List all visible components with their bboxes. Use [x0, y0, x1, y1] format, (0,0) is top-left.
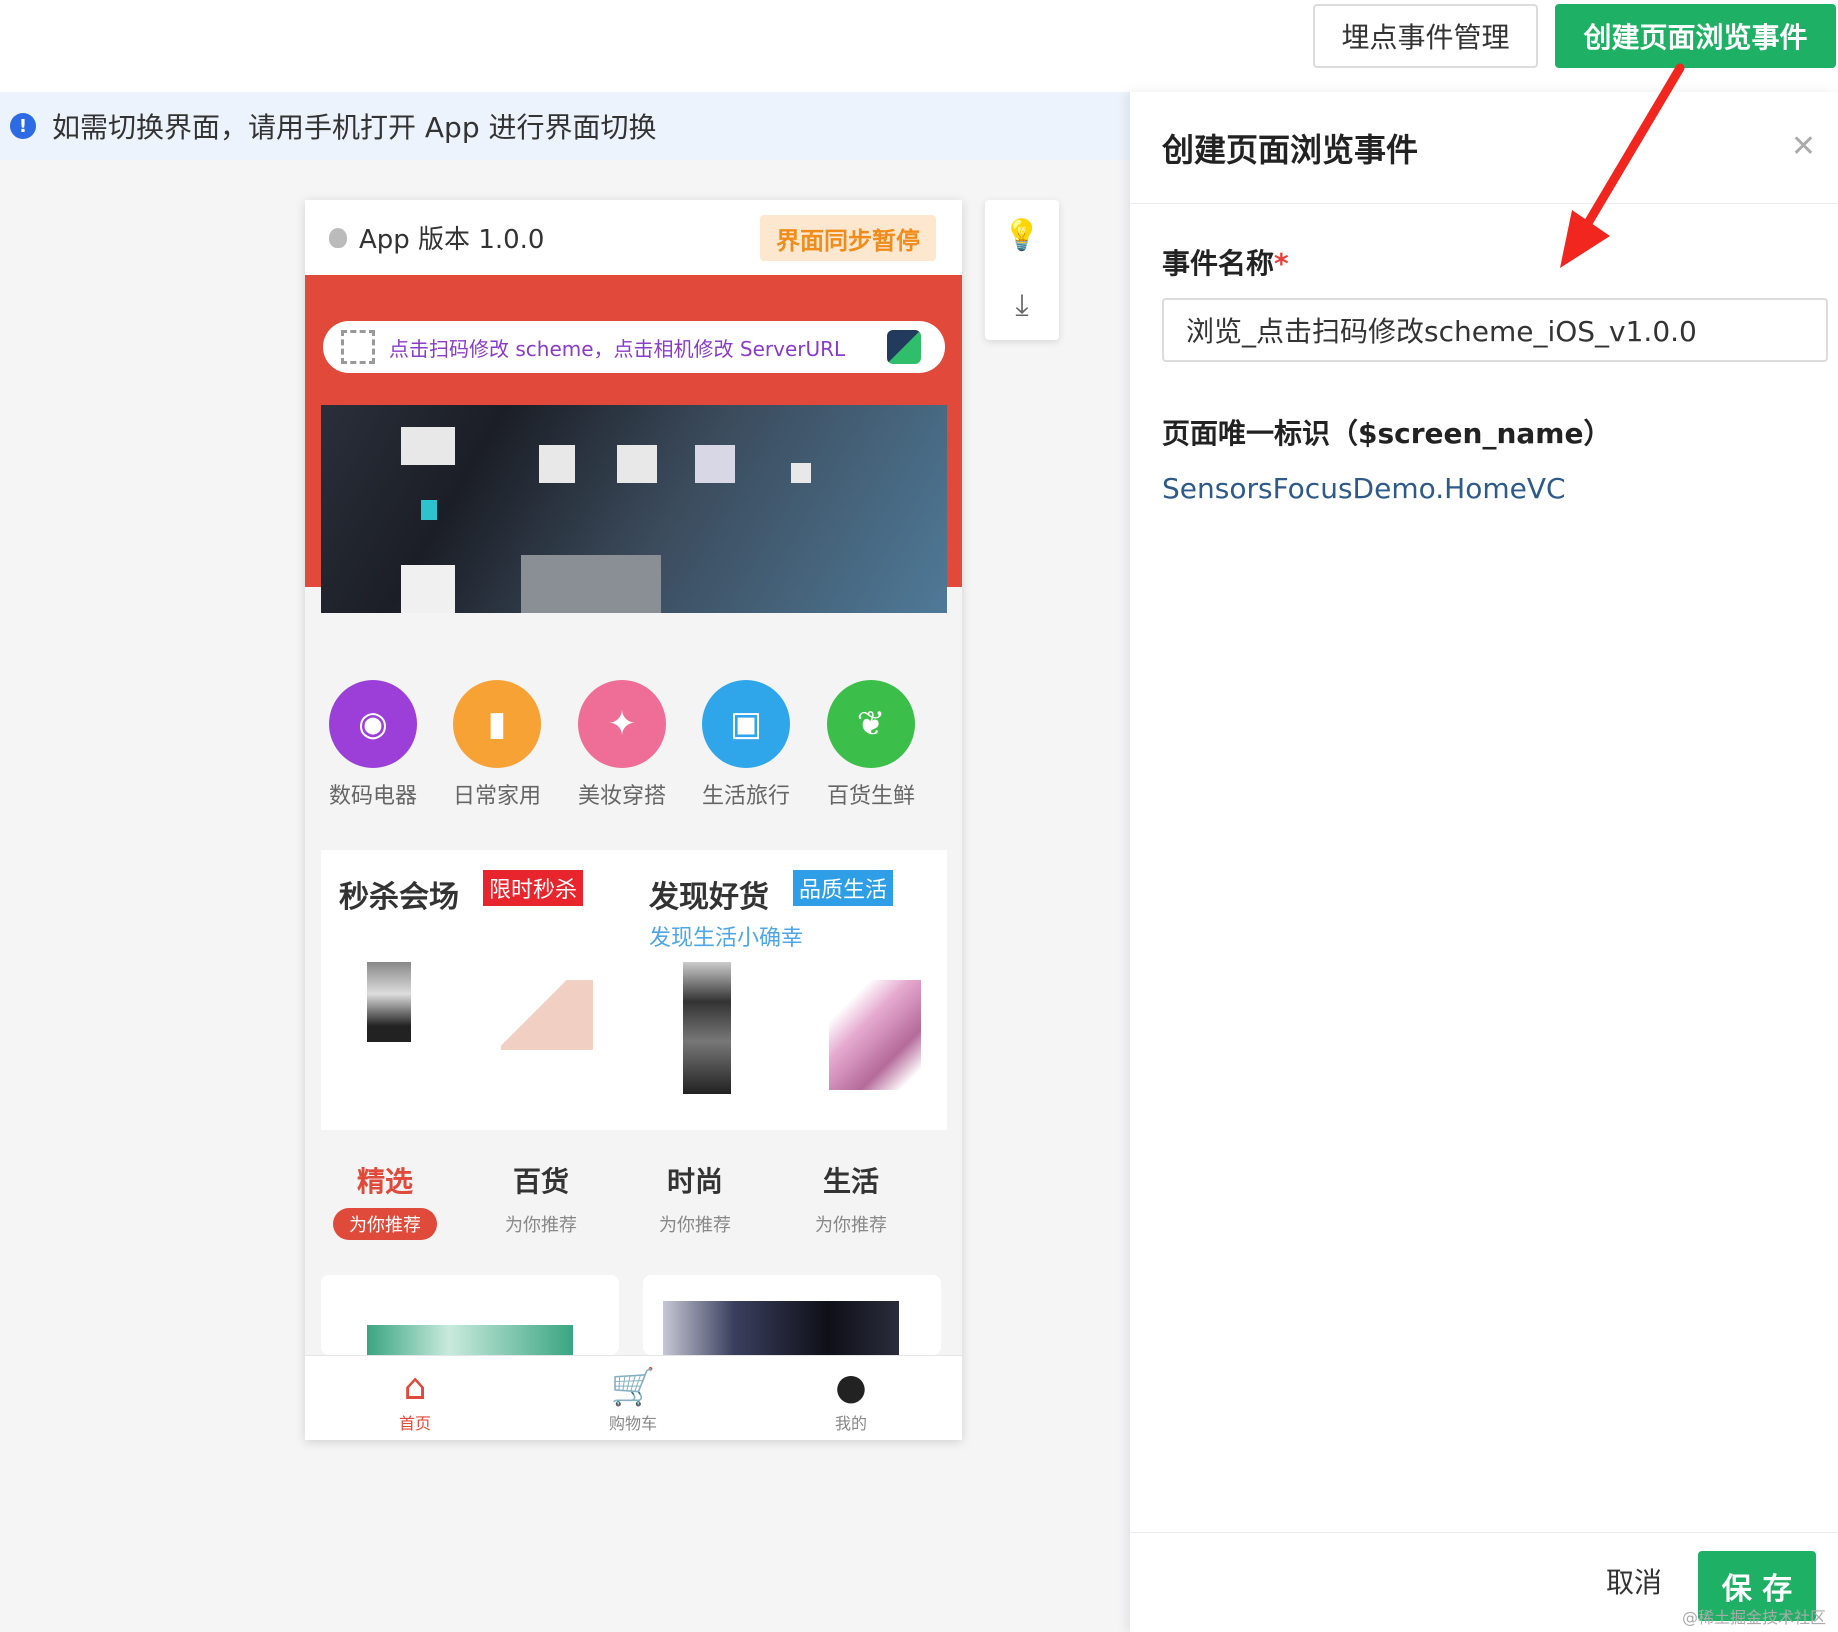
- quality-life-tag: 品质生活: [793, 870, 894, 906]
- event-management-button[interactable]: 埋点事件管理: [1313, 4, 1538, 68]
- banner-image[interactable]: [321, 405, 947, 613]
- product-cards: [305, 1275, 962, 1355]
- flash-sale-title[interactable]: 秒杀会场: [339, 872, 459, 916]
- banner-pixel: [401, 427, 455, 465]
- screen-name-label: 页面唯一标识（$screen_name）: [1162, 417, 1612, 450]
- tab-subtitle: 为你推荐: [815, 1215, 887, 1236]
- screen-name-value: SensorsFocusDemo.HomeVC: [1162, 472, 1566, 505]
- app-version: App 版本 1.0.0: [359, 225, 545, 255]
- banner-pixel: [521, 555, 661, 613]
- event-name-label: 事件名称*: [1162, 242, 1289, 282]
- scan-icon[interactable]: [341, 330, 375, 364]
- sync-paused-badge[interactable]: 界面同步暂停: [760, 215, 936, 261]
- required-mark: *: [1274, 247, 1289, 280]
- tab-title: 百货: [512, 1165, 569, 1198]
- nav-profile[interactable]: ● 我的: [801, 1366, 901, 1434]
- category-label: 生活旅行: [701, 784, 790, 809]
- product-image[interactable]: [501, 980, 593, 1050]
- category-row: ◉ 数码电器 ▮ 日常家用 ✦ 美妆穿搭 ▣ 生活旅行 ❦ 百货生鲜: [305, 680, 962, 820]
- banner-pixel: [791, 463, 811, 483]
- tab-featured[interactable]: 精选 为你推荐: [325, 1160, 445, 1240]
- tab-title: 时尚: [666, 1165, 723, 1198]
- tab-title: 精选: [356, 1165, 413, 1198]
- event-name-input[interactable]: [1162, 298, 1828, 362]
- download-icon[interactable]: ⤓: [985, 270, 1059, 340]
- product-image[interactable]: [829, 980, 921, 1090]
- product-image[interactable]: [683, 962, 731, 1094]
- notice-bar: ! 如需切换界面，请用手机打开 App 进行界面切换: [0, 92, 1130, 160]
- banner-pixel: [421, 500, 437, 520]
- app-red-header: 点击扫码修改 scheme，点击相机修改 ServerURL: [305, 275, 962, 613]
- nav-home[interactable]: ⌂ 首页: [365, 1366, 465, 1434]
- lightbulb-icon[interactable]: 💡: [985, 200, 1059, 270]
- banner-pixel: [539, 445, 575, 483]
- product-image: [663, 1301, 899, 1355]
- category-label: 美妆穿搭: [577, 784, 666, 809]
- home-icon: ⌂: [403, 1367, 427, 1408]
- category-label: 日常家用: [452, 784, 541, 809]
- phone-preview: App 版本 1.0.0 界面同步暂停 点击扫码修改 scheme，点击相机修改…: [305, 200, 962, 1440]
- nav-label: 我的: [834, 1414, 867, 1433]
- nav-label: 首页: [398, 1414, 431, 1433]
- tab-title: 生活: [822, 1165, 879, 1198]
- product-image[interactable]: [367, 962, 411, 1042]
- preview-tools: 💡 ⤓: [985, 200, 1059, 340]
- drawer-header: 创建页面浏览事件 ✕: [1130, 92, 1838, 204]
- category-item-beauty[interactable]: ✦ 美妆穿搭: [562, 680, 682, 810]
- cancel-button[interactable]: 取消: [1606, 1561, 1662, 1601]
- nav-label: 购物车: [608, 1414, 657, 1433]
- tab-life[interactable]: 生活 为你推荐: [791, 1160, 911, 1240]
- event-name-label-text: 事件名称: [1162, 247, 1275, 280]
- tissue-icon: ▮: [453, 680, 541, 768]
- product-image: [367, 1325, 573, 1355]
- tab-general[interactable]: 百货 为你推荐: [481, 1160, 601, 1240]
- tab-fashion[interactable]: 时尚 为你推荐: [635, 1160, 755, 1240]
- category-label: 数码电器: [328, 784, 417, 809]
- fruit-icon: ❦: [827, 680, 915, 768]
- category-item-fresh[interactable]: ❦ 百货生鲜: [811, 680, 931, 810]
- cart-icon: 🛒: [610, 1367, 656, 1408]
- banner-pixel: [401, 565, 455, 613]
- nav-cart[interactable]: 🛒 购物车: [583, 1366, 683, 1434]
- discover-title[interactable]: 发现好货: [649, 872, 769, 916]
- category-item-digital[interactable]: ◉ 数码电器: [313, 680, 433, 810]
- scan-search-bar[interactable]: 点击扫码修改 scheme，点击相机修改 ServerURL: [323, 321, 945, 373]
- scan-hint-text: 点击扫码修改 scheme，点击相机修改 ServerURL: [389, 336, 846, 361]
- camera-icon[interactable]: [887, 330, 921, 364]
- create-page-view-event-button[interactable]: 创建页面浏览事件: [1555, 4, 1836, 68]
- bottom-nav: ⌂ 首页 🛒 购物车 ● 我的: [305, 1355, 962, 1440]
- info-icon: !: [10, 113, 36, 139]
- category-label: 百货生鲜: [826, 784, 915, 809]
- tab-subtitle: 为你推荐: [333, 1208, 437, 1240]
- phone-header: App 版本 1.0.0 界面同步暂停: [305, 200, 962, 275]
- close-icon[interactable]: ✕: [1791, 132, 1816, 162]
- annotation-arrow-icon: [1560, 63, 1685, 268]
- product-card[interactable]: [643, 1275, 941, 1355]
- user-icon: ●: [835, 1367, 867, 1408]
- banner-pixel: [695, 445, 735, 483]
- flash-sale-tag: 限时秒杀: [483, 870, 584, 906]
- drawer-title: 创建页面浏览事件: [1162, 130, 1419, 169]
- watermark: @稀土掘金技术社区: [1681, 1608, 1826, 1627]
- create-event-drawer: 创建页面浏览事件 ✕ 事件名称* 页面唯一标识（$screen_name） Se…: [1130, 92, 1838, 1632]
- feed-tabs: 精选 为你推荐 百货 为你推荐 时尚 为你推荐 生活 为你推荐: [305, 1160, 962, 1260]
- apple-icon: [329, 227, 347, 248]
- promo-section: 秒杀会场 限时秒杀 发现好货 品质生活 发现生活小确幸: [321, 850, 947, 1130]
- cosmetics-icon: ✦: [578, 680, 666, 768]
- camera-icon: ◉: [329, 680, 417, 768]
- banner-pixel: [617, 445, 657, 483]
- category-item-home[interactable]: ▮ 日常家用: [437, 680, 557, 810]
- discover-subtitle: 发现生活小确幸: [649, 926, 804, 951]
- tab-subtitle: 为你推荐: [659, 1215, 731, 1236]
- drawer-footer: 取消 保 存 @稀土掘金技术社区: [1130, 1532, 1838, 1632]
- category-item-travel[interactable]: ▣ 生活旅行: [686, 680, 806, 810]
- luggage-icon: ▣: [702, 680, 790, 768]
- tab-subtitle: 为你推荐: [505, 1215, 577, 1236]
- notice-text: 如需切换界面，请用手机打开 App 进行界面切换: [52, 111, 657, 144]
- product-card[interactable]: [321, 1275, 619, 1355]
